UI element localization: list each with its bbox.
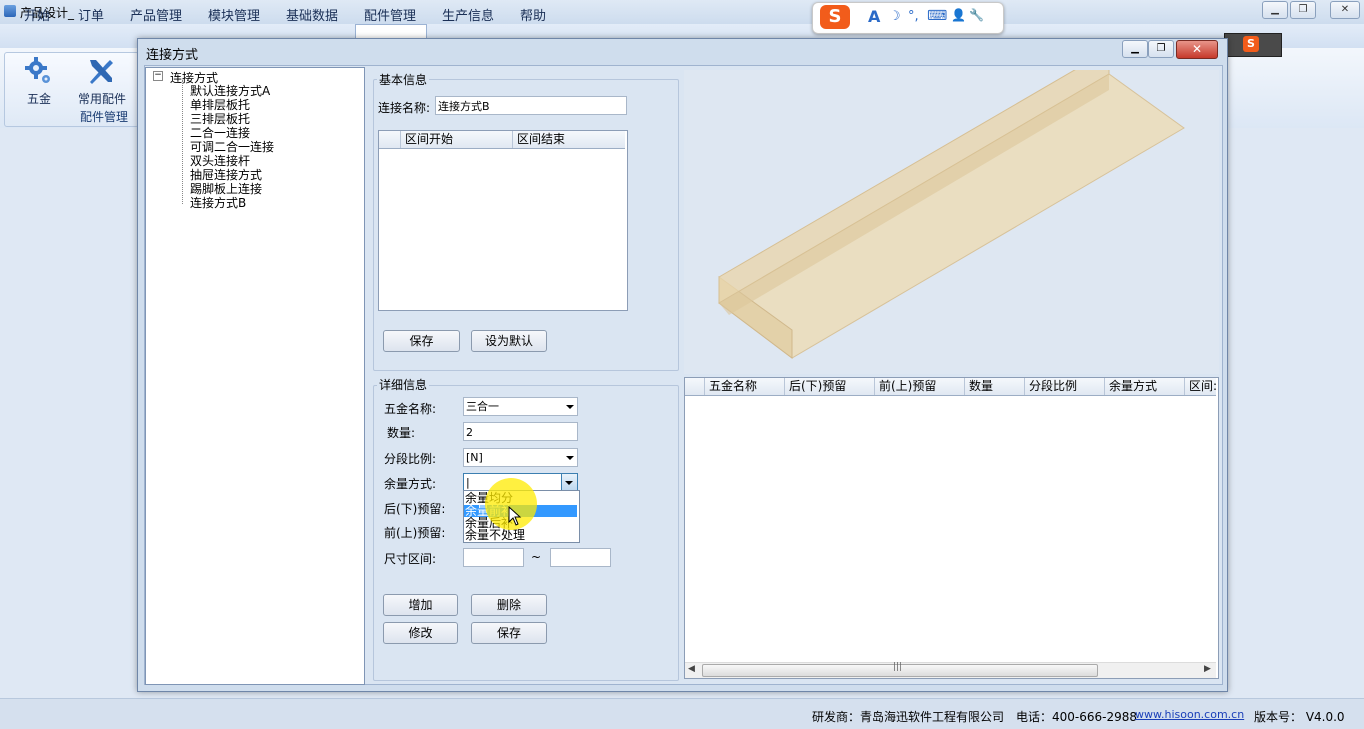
name-input[interactable]: 连接方式B: [435, 96, 627, 115]
app-close-button[interactable]: ✕: [1330, 1, 1360, 19]
tree-item[interactable]: 默认连接方式A: [190, 84, 270, 98]
tree-connector: [182, 80, 183, 204]
dialog-title: 连接方式: [146, 48, 199, 63]
chevron-down-icon[interactable]: [566, 456, 574, 460]
dialog-close-button[interactable]: ✕: [1176, 40, 1218, 59]
menu-base-data[interactable]: 基础数据: [286, 5, 338, 24]
app-icon: [4, 5, 16, 17]
row-header-cell: [379, 131, 401, 148]
remainder-mode-value: |: [466, 476, 470, 489]
set-default-button[interactable]: 设为默认: [471, 330, 547, 352]
preview-board-top: [718, 73, 1185, 359]
hardware-grid-header: 五金名称 后(下)预留 前(上)预留 数量 分段比例 余量方式 区间:: [685, 378, 1216, 396]
add-button[interactable]: 增加: [383, 594, 458, 616]
save-detail-button[interactable]: 保存: [471, 622, 547, 644]
segment-ratio-value: [N]: [466, 451, 483, 464]
column-header-rear[interactable]: 后(下)预留: [785, 378, 875, 395]
ime-moon-icon[interactable]: ☽: [889, 9, 901, 24]
column-header-hardware[interactable]: 五金名称: [705, 378, 785, 395]
size-range-label: 尺寸区间:: [384, 552, 437, 566]
dialog-minimize-button[interactable]: ▁: [1122, 40, 1148, 58]
interval-grid-header: 区间开始 区间结束: [379, 131, 625, 149]
segment-ratio-label: 分段比例:: [384, 452, 437, 466]
scroll-right-icon[interactable]: ▶: [1204, 664, 1211, 674]
column-header-front[interactable]: 前(上)预留: [875, 378, 965, 395]
column-header-ratio[interactable]: 分段比例: [1025, 378, 1105, 395]
size-range-end-input[interactable]: [550, 548, 611, 567]
remainder-mode-label: 余量方式:: [384, 477, 437, 491]
gear-icon[interactable]: [24, 56, 54, 86]
row-header-cell: [685, 378, 705, 395]
column-header-range[interactable]: 区间:: [1185, 378, 1216, 395]
size-range-separator: ~: [531, 550, 542, 564]
scrollbar-grip: |||: [893, 662, 903, 672]
mouse-pointer-icon: [508, 505, 522, 529]
ime-mode-icon[interactable]: A: [868, 7, 880, 26]
hardware-detail-grid[interactable]: [684, 377, 1219, 679]
tree-item[interactable]: 三排层板托: [190, 112, 250, 126]
status-website[interactable]: www.hisoon.com.cn: [1135, 708, 1244, 721]
menu-order[interactable]: 订单: [78, 5, 104, 24]
tree-item-selected[interactable]: 连接方式B: [190, 196, 246, 210]
dialog-restore-button[interactable]: ❐: [1148, 40, 1174, 58]
interval-grid[interactable]: [378, 130, 628, 311]
size-range-start-input[interactable]: [463, 548, 524, 567]
ime-logo-icon[interactable]: S: [820, 5, 850, 29]
quantity-label: 数量:: [387, 426, 416, 440]
column-header-end[interactable]: 区间结束: [513, 131, 625, 148]
ribbon-group-label: 配件管理: [80, 110, 129, 124]
app-minimize-button[interactable]: ▁: [1262, 1, 1288, 19]
scrollbar-thumb[interactable]: |||: [702, 662, 1098, 677]
menu-product[interactable]: 产品管理: [130, 5, 182, 24]
status-version: 版本号： V4.0.0: [1254, 710, 1345, 724]
save-name-button[interactable]: 保存: [383, 330, 460, 352]
menu-parts[interactable]: 配件管理: [364, 5, 416, 24]
panel-3d-preview: [684, 49, 1219, 374]
menu-module[interactable]: 模块管理: [208, 5, 260, 24]
hardware-name-label: 五金名称:: [384, 402, 437, 416]
tree-collapse-icon[interactable]: −: [153, 71, 163, 81]
detail-info-legend: 详细信息: [377, 376, 430, 393]
ribbon-hardware-label[interactable]: 五金: [27, 90, 51, 107]
ime-settings-icon[interactable]: 🔧: [969, 8, 984, 22]
ime-punct-icon[interactable]: °,: [908, 9, 919, 24]
chevron-down-icon[interactable]: [566, 405, 574, 409]
wrench-icon[interactable]: [86, 56, 116, 86]
ime-user-icon[interactable]: 👤: [951, 8, 966, 22]
tree-item[interactable]: 踢脚板上连接: [190, 182, 262, 196]
tree-item[interactable]: 双头连接杆: [190, 154, 250, 168]
menu-start[interactable]: 开始: [24, 5, 50, 24]
app-restore-button[interactable]: ❐: [1290, 1, 1316, 19]
basic-info-legend: 基本信息: [377, 71, 430, 88]
name-label: 连接名称:: [378, 101, 431, 115]
tree-panel: [145, 67, 365, 685]
menu-help[interactable]: 帮助: [520, 5, 546, 24]
dropdown-option[interactable]: 余量不处理: [465, 529, 525, 541]
modify-button[interactable]: 修改: [383, 622, 458, 644]
floating-ime-icon[interactable]: S: [1243, 36, 1259, 52]
column-header-quantity[interactable]: 数量: [965, 378, 1025, 395]
column-header-remainder[interactable]: 余量方式: [1105, 378, 1185, 395]
chevron-down-icon[interactable]: [565, 481, 573, 485]
tree-item[interactable]: 可调二合一连接: [190, 140, 274, 154]
column-header-start[interactable]: 区间开始: [401, 131, 513, 148]
status-developer: 研发商：青岛海迅软件工程有限公司: [812, 710, 1005, 724]
segment-ratio-select[interactable]: [N]: [463, 448, 578, 467]
front-reserve-label: 前(上)预留:: [384, 526, 446, 540]
tree-item[interactable]: 抽屉连接方式: [190, 168, 262, 182]
hardware-name-select[interactable]: 三合一: [463, 397, 578, 416]
tree-item[interactable]: 单排层板托: [190, 98, 250, 112]
ime-keyboard-icon[interactable]: ⌨: [927, 8, 947, 24]
tree-item[interactable]: 二合一连接: [190, 126, 250, 140]
menu-production[interactable]: 生产信息: [442, 5, 494, 24]
delete-button[interactable]: 删除: [471, 594, 547, 616]
rear-reserve-label: 后(下)预留:: [384, 502, 446, 516]
scroll-left-icon[interactable]: ◀: [688, 664, 695, 674]
hardware-name-value: 三合一: [466, 400, 499, 413]
quantity-input[interactable]: 2: [463, 422, 578, 441]
app-titlebar: [0, 0, 1364, 24]
ribbon-common-parts-label[interactable]: 常用配件: [78, 90, 126, 107]
status-phone: 电话：400-666-2988: [1016, 710, 1138, 724]
